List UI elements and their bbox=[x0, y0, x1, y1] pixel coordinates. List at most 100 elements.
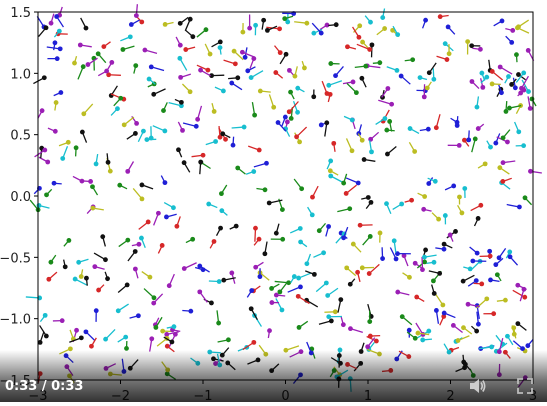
particle bbox=[242, 339, 257, 351]
particle-dot bbox=[240, 29, 246, 35]
progress-fill bbox=[0, 402, 547, 406]
particle-dot bbox=[399, 201, 405, 207]
particle-dot bbox=[462, 137, 467, 143]
volume-button[interactable] bbox=[467, 376, 487, 396]
particle bbox=[296, 320, 309, 330]
particle-dot bbox=[494, 272, 500, 278]
particle-dot bbox=[65, 139, 71, 145]
particle bbox=[381, 86, 391, 98]
particle bbox=[343, 184, 357, 196]
particle-dot bbox=[251, 169, 257, 174]
particle bbox=[505, 35, 515, 45]
particle-dot bbox=[83, 329, 89, 335]
particle-dot bbox=[368, 199, 374, 205]
particle bbox=[253, 261, 264, 270]
particle-dot bbox=[493, 262, 499, 268]
particle-dot bbox=[160, 328, 166, 334]
particle bbox=[500, 129, 511, 141]
particle bbox=[185, 29, 196, 40]
particle-dot bbox=[178, 74, 184, 80]
particle-dot bbox=[489, 81, 495, 87]
particle-dot bbox=[459, 210, 465, 216]
particle-dot bbox=[80, 64, 86, 70]
particle-dot bbox=[333, 73, 338, 79]
particle-dot bbox=[280, 236, 286, 242]
particle bbox=[361, 195, 371, 200]
particle bbox=[174, 216, 181, 229]
fullscreen-button[interactable] bbox=[515, 376, 535, 396]
particle bbox=[493, 133, 501, 146]
particle-dot bbox=[431, 76, 437, 82]
particle-dot bbox=[347, 206, 353, 212]
particle-dot bbox=[279, 207, 285, 213]
particle-dot bbox=[125, 237, 131, 243]
particle-dot bbox=[286, 280, 292, 286]
particle-dot bbox=[446, 51, 452, 57]
particle-dot bbox=[380, 256, 385, 261]
particle-dot bbox=[197, 263, 203, 269]
particle-dot bbox=[328, 173, 334, 179]
particle-dot bbox=[380, 15, 386, 20]
particle-dot bbox=[48, 20, 54, 26]
particle bbox=[47, 127, 58, 134]
particle-dot bbox=[288, 89, 293, 95]
particle bbox=[469, 246, 480, 256]
particle-dot bbox=[345, 44, 350, 50]
video-player[interactable]: −3−2−10123−1.5−1.0−0.50.00.51.01.5 0:33 … bbox=[0, 0, 547, 406]
particle-dot bbox=[350, 241, 356, 247]
particle-dot bbox=[267, 328, 272, 334]
particle-dot bbox=[489, 344, 495, 350]
particle-dot bbox=[72, 276, 78, 282]
particle-dot bbox=[296, 275, 302, 281]
particle-dot bbox=[118, 95, 124, 101]
particle-dot bbox=[321, 250, 327, 256]
particle-dot bbox=[257, 88, 263, 94]
particle bbox=[480, 74, 490, 84]
particle-dot bbox=[206, 201, 212, 207]
particle bbox=[121, 116, 135, 128]
particle bbox=[216, 310, 222, 326]
particle-dot bbox=[216, 279, 222, 284]
particle bbox=[324, 309, 338, 315]
particle-dot bbox=[162, 180, 168, 186]
particle bbox=[93, 252, 108, 263]
particle bbox=[129, 313, 141, 319]
particle-dot bbox=[162, 21, 168, 27]
particle-dot bbox=[135, 313, 141, 319]
particle bbox=[89, 337, 97, 349]
particle-dot bbox=[151, 91, 157, 97]
particle-dot bbox=[45, 159, 51, 165]
particle-dot bbox=[277, 289, 283, 295]
particle-dot bbox=[357, 222, 363, 228]
particle-dot bbox=[522, 294, 528, 300]
particle-dot bbox=[423, 247, 428, 253]
particle-dot bbox=[318, 30, 324, 36]
particle-dot bbox=[273, 230, 279, 236]
particle bbox=[163, 202, 176, 211]
particle bbox=[301, 60, 307, 71]
particle bbox=[231, 124, 247, 130]
particle bbox=[166, 273, 175, 289]
particle bbox=[327, 91, 333, 103]
particle-dot bbox=[181, 160, 187, 166]
particle bbox=[126, 131, 138, 140]
particle bbox=[217, 45, 223, 55]
particle-dot bbox=[51, 180, 57, 186]
particle-dot bbox=[505, 333, 510, 339]
particle-dot bbox=[522, 195, 528, 201]
particle-dot bbox=[73, 145, 79, 151]
particle bbox=[375, 116, 388, 125]
particle-dot bbox=[493, 140, 499, 146]
particle bbox=[311, 89, 317, 100]
particle-dot bbox=[253, 22, 259, 28]
particle bbox=[293, 178, 305, 192]
particle-dot bbox=[123, 334, 129, 340]
particle bbox=[81, 103, 94, 117]
particle-dot bbox=[277, 50, 283, 56]
particle bbox=[294, 126, 308, 140]
particle bbox=[525, 338, 534, 349]
particle-dot bbox=[328, 158, 334, 164]
particle-dot bbox=[171, 205, 176, 211]
progress-bar[interactable] bbox=[0, 402, 547, 406]
particle-dot bbox=[472, 136, 478, 142]
